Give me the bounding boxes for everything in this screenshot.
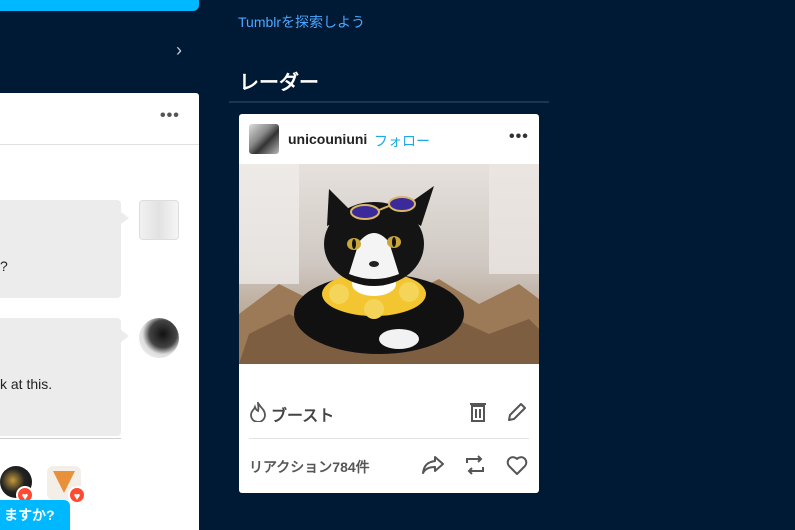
reblog-icon[interactable] (463, 453, 487, 477)
bubble-tail (121, 330, 129, 342)
avatar[interactable] (249, 124, 279, 154)
more-dots-icon[interactable]: ••• (160, 107, 180, 125)
card-divider (249, 438, 529, 439)
avatar[interactable] (139, 200, 179, 240)
section-divider (229, 101, 549, 103)
message-text: k at this. (0, 376, 53, 392)
like-icon[interactable] (505, 453, 529, 477)
post-username[interactable]: unicouniuni (288, 131, 367, 147)
delete-icon[interactable] (466, 400, 490, 424)
follow-button[interactable]: フォロー (374, 131, 430, 151)
message-bubble: ? (0, 200, 129, 298)
share-icon[interactable] (421, 453, 445, 477)
boost-button[interactable]: ブースト (271, 402, 334, 426)
explore-link[interactable]: Tumblrを探索しよう (238, 12, 365, 32)
bubble-tail (121, 212, 129, 224)
edit-icon[interactable] (505, 400, 529, 424)
chevron-right-icon[interactable]: › (176, 41, 188, 59)
cta-button[interactable]: ますか? (0, 500, 70, 530)
card-divider (0, 144, 199, 145)
avatar[interactable] (139, 318, 179, 358)
flame-icon[interactable] (249, 402, 267, 422)
top-action-button[interactable] (0, 0, 199, 11)
message-text: ? (0, 258, 8, 274)
cat-photo (239, 164, 539, 364)
divider (0, 438, 121, 439)
reactions-count[interactable]: リアクション784件 (249, 457, 370, 477)
section-title: レーダー (239, 72, 319, 94)
heart-icon: ♥ (68, 486, 86, 504)
message-bubble: k at this. (0, 318, 129, 436)
post-image[interactable] (239, 164, 539, 364)
radar-post-card: unicouniuni フォロー ••• ブースト リアクション784件 (239, 114, 539, 493)
more-dots-icon[interactable]: ••• (509, 128, 529, 146)
conversation-card: ••• ? k at this. ♥ ♥ (0, 93, 199, 530)
